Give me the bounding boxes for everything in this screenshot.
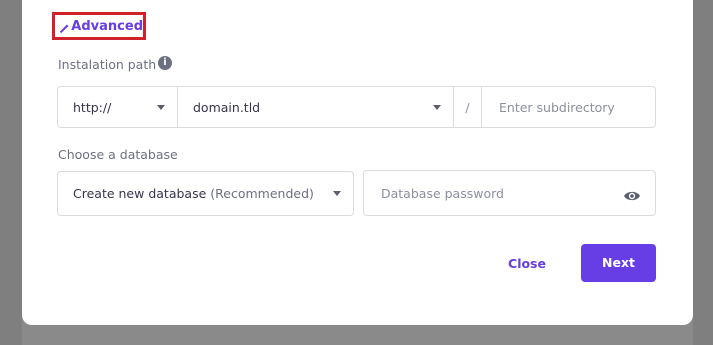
path-separator: / — [454, 87, 482, 127]
installation-path-group: http:// domain.tld / — [57, 86, 656, 128]
next-button[interactable]: Next — [581, 244, 656, 282]
database-password-input[interactable] — [379, 184, 583, 202]
chevron-down-icon — [157, 104, 165, 110]
database-select[interactable]: Create new database (Recommended) — [57, 171, 354, 216]
database-select-hint: (Recommended) — [210, 186, 314, 201]
info-icon[interactable]: i — [158, 56, 172, 70]
subdirectory-input[interactable] — [497, 98, 651, 116]
domain-select[interactable]: domain.tld — [178, 87, 454, 127]
advanced-toggle[interactable]: Advanced — [52, 12, 146, 40]
modal-backdrop-left — [0, 0, 22, 345]
eye-icon[interactable] — [623, 187, 641, 201]
install-modal: Advanced Instalation path i http:// doma… — [22, 0, 693, 325]
chevron-up-icon — [59, 24, 69, 33]
protocol-select[interactable]: http:// — [58, 87, 178, 127]
advanced-label: Advanced — [71, 18, 143, 34]
database-select-value: Create new database — [73, 186, 207, 201]
installation-path-label: Instalation path — [58, 57, 157, 72]
chevron-down-icon — [333, 191, 341, 196]
close-button[interactable]: Close — [497, 250, 557, 278]
domain-value: domain.tld — [193, 99, 261, 115]
protocol-value: http:// — [73, 99, 112, 115]
database-label: Choose a database — [58, 147, 178, 162]
chevron-down-icon — [433, 104, 441, 110]
modal-backdrop-right — [693, 0, 713, 345]
subdirectory-field — [482, 87, 655, 127]
database-password-field — [363, 170, 656, 216]
database-select-text: Create new database (Recommended) — [73, 186, 314, 201]
